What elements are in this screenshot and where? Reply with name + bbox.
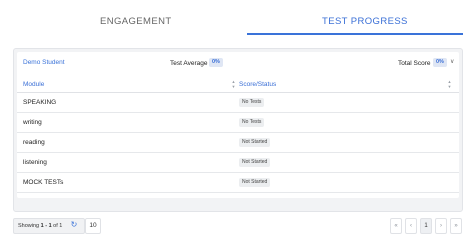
status-chip: Not Started	[239, 138, 271, 147]
sort-icon[interactable]: ▲ ▼	[447, 79, 452, 89]
tab-test-progress[interactable]: TEST PROGRESS	[322, 16, 408, 27]
table-row: SPEAKING No Tests	[17, 93, 459, 113]
table-row: writing No Tests	[17, 113, 459, 133]
status-chip: No Tests	[239, 118, 265, 127]
page-number-button[interactable]: 1	[420, 218, 432, 234]
module-cell: writing	[23, 119, 42, 126]
module-cell: SPEAKING	[23, 99, 57, 106]
student-name-link[interactable]: Demo Student	[23, 59, 65, 66]
showing-prefix: Showing	[18, 223, 41, 229]
next-page-icon[interactable]: ›	[435, 218, 447, 234]
prev-page-icon[interactable]: ‹	[405, 218, 417, 234]
sort-icon[interactable]: ▲ ▼	[231, 79, 236, 89]
table-row: reading Not Started	[17, 133, 459, 153]
total-score-badge: 0%	[433, 58, 447, 67]
column-header-module[interactable]: Module	[23, 81, 44, 88]
refresh-icon[interactable]: ↻	[69, 220, 79, 230]
first-page-icon[interactable]: «	[390, 218, 402, 234]
module-cell: reading	[23, 139, 45, 146]
module-cell: MOCK TESTs	[23, 179, 64, 186]
tab-engagement[interactable]: ENGAGEMENT	[100, 16, 172, 27]
module-cell: listening	[23, 159, 47, 166]
tab-bar: ENGAGEMENT TEST PROGRESS	[0, 0, 474, 40]
last-page-icon[interactable]: »	[450, 218, 462, 234]
table-row: listening Not Started	[17, 153, 459, 173]
chevron-down-icon[interactable]: ∨	[450, 58, 456, 66]
page-size-select[interactable]: 10	[85, 218, 101, 234]
status-chip: Not Started	[239, 158, 271, 167]
test-progress-view: ENGAGEMENT TEST PROGRESS Demo Student Te…	[0, 0, 474, 240]
table-row: MOCK TESTs Not Started	[17, 173, 459, 193]
status-chip: No Tests	[239, 98, 265, 107]
total-score-label: Total Score	[398, 60, 431, 67]
showing-suffix: of 1	[51, 223, 63, 229]
test-average-badge: 0%	[209, 58, 223, 67]
showing-range: 1 - 1	[40, 223, 52, 229]
progress-panel: Demo Student Test Average 0% Total Score…	[13, 48, 463, 212]
status-chip: Not Started	[239, 178, 271, 187]
test-average-label: Test Average	[170, 60, 208, 67]
column-header-score-status[interactable]: Score/Status	[239, 81, 276, 88]
active-tab-indicator	[247, 33, 463, 35]
table-footer: Showing 1 - 1 of 1 ↻ 10 « ‹ 1 › »	[13, 218, 462, 234]
progress-card: Demo Student Test Average 0% Total Score…	[17, 52, 459, 198]
table-header: Module ▲ ▼ Score/Status ▲ ▼	[17, 76, 459, 93]
